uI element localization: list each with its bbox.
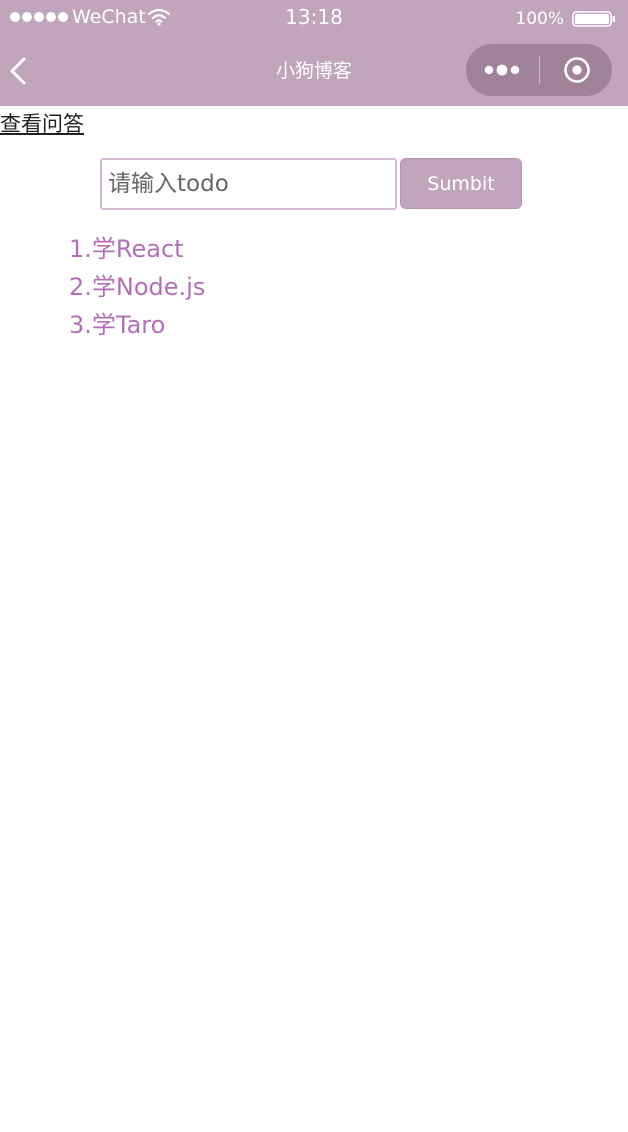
capsule-menu [466,44,612,96]
todo-list: 1.学React 2.学Node.js 3.学Taro [69,230,205,344]
todo-item: 2.学Node.js [69,273,206,301]
mini-program-page: WeChat 13:18 100% 小狗博客 查看问答 请输入todo Sumb… [0,0,628,1132]
more-dots-icon [484,64,520,76]
todo-input[interactable] [100,158,397,210]
todo-item: 3.学Taro [69,311,166,339]
todo-item: 1.学React [69,235,184,263]
circle-target-icon [564,57,590,83]
view-qa-link[interactable]: 查看问答 [0,110,84,138]
submit-button[interactable]: Sumbit [400,158,522,209]
more-button[interactable] [466,44,539,96]
nav-bar: 小狗博客 [0,36,628,106]
header: WeChat 13:18 100% 小狗博客 [0,0,628,106]
battery-percent: 100% [515,9,564,29]
close-button[interactable] [540,44,612,96]
battery-icon [572,11,615,27]
status-bar: WeChat 13:18 100% [0,0,628,36]
